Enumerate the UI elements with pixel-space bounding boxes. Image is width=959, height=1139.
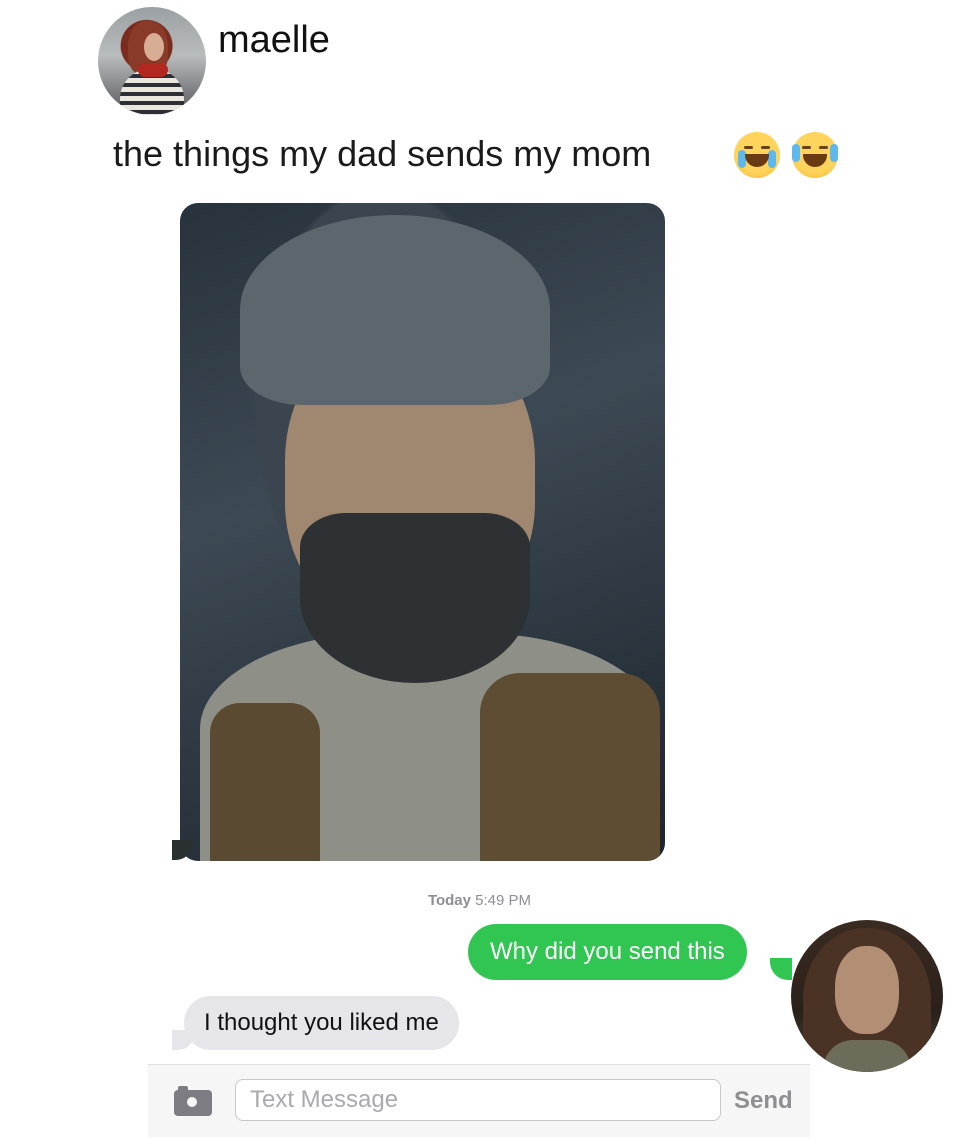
emoji-eye-left [802,146,811,149]
emoji-eye-right [761,146,770,149]
timestamp-day: Today [427,892,471,909]
photo-hair [240,215,550,405]
emoji-tear-right [830,144,838,162]
poster-username[interactable]: maelle [218,18,330,62]
camera-icon[interactable] [174,1086,212,1116]
avatar-face [144,33,164,61]
emoji-tear-left [792,144,800,162]
received-message-bubble[interactable]: I thought you liked me [184,996,459,1050]
sent-message-bubble[interactable]: Why did you send this [468,924,747,980]
timestamp-time: 5:49 PM [475,892,532,909]
emoji-mouth [803,154,827,167]
poster-avatar[interactable] [98,7,206,115]
message-timestamp: Today 5:49 PM [0,892,959,909]
sent-bubble-tail [770,958,792,980]
loudly-crying-face-icon [734,132,780,178]
emoji-mouth [745,154,769,167]
mom-avatar-face [835,946,899,1034]
received-bubble-tail [172,1030,194,1050]
photo-vest-left [210,703,320,861]
avatar-scarf [138,63,168,77]
emoji-eye-left [744,146,753,149]
face-with-tears-of-joy-icon [792,132,838,178]
post-caption: the things my dad sends my mom [113,133,652,174]
mom-avatar-collar [823,1040,911,1072]
mom-avatar [791,920,943,1072]
emoji-tear-right [768,150,776,168]
photo-beard [300,513,530,683]
emoji-eye-right [819,146,828,149]
text-message-input[interactable]: Text Message [235,1079,721,1121]
send-button[interactable]: Send [734,1082,793,1120]
photo-vest-right [480,673,660,861]
image-message[interactable] [180,203,665,861]
